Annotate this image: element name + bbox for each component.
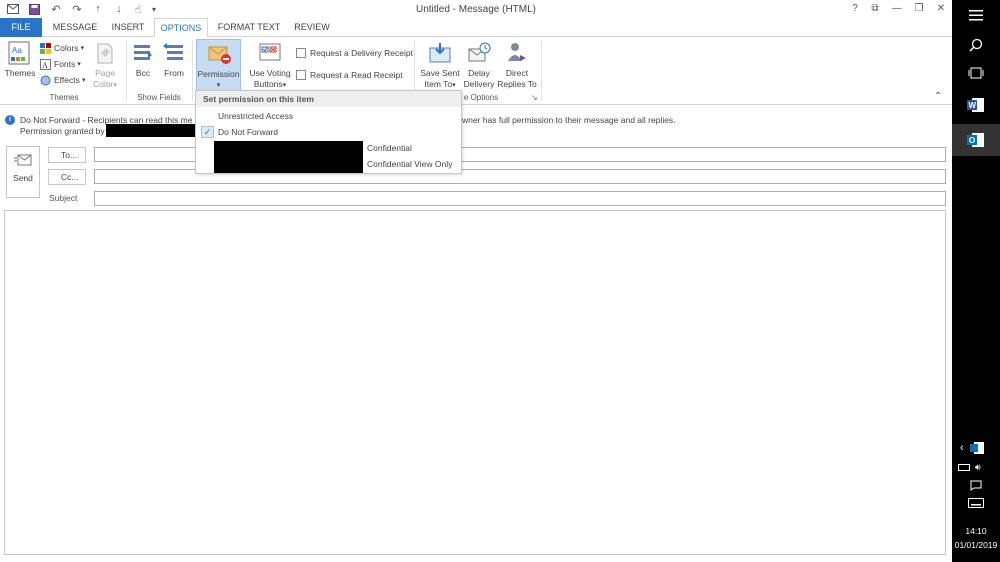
- ribbon-display-options-button[interactable]: ⧉: [866, 2, 884, 16]
- to-button[interactable]: To...: [48, 147, 86, 163]
- from-button[interactable]: From: [160, 39, 188, 79]
- group-label-show-fields: Show Fields: [137, 93, 181, 102]
- svg-text:A: A: [42, 61, 48, 70]
- volume-icon[interactable]: 🔊︎: [975, 462, 981, 473]
- system-tray-row: 🔊︎: [952, 460, 1000, 474]
- clock-time[interactable]: 14:10: [952, 526, 1000, 536]
- task-view-icon[interactable]: [952, 64, 1000, 82]
- word-app-icon[interactable]: W: [952, 94, 1000, 116]
- delay-delivery-icon: [466, 41, 492, 65]
- voting-buttons-icon: [257, 41, 283, 65]
- chevron-down-icon: ▾: [81, 77, 86, 84]
- tab-format-text[interactable]: FORMAT TEXT: [212, 18, 286, 37]
- group-divider: [541, 41, 542, 101]
- chevron-down-icon: ▾: [113, 82, 117, 89]
- notification-area: ‹: [952, 440, 1000, 456]
- group-label-themes: Themes: [49, 93, 79, 102]
- checkbox-box: [296, 70, 306, 80]
- hamburger-menu-icon[interactable]: [952, 6, 1000, 24]
- permission-icon: [206, 42, 232, 66]
- fonts-button[interactable]: A Fonts ▾: [40, 57, 81, 71]
- group-label-more-options: e Options: [463, 93, 499, 102]
- menu-item-unrestricted-access[interactable]: Unrestricted Access: [218, 111, 293, 121]
- subject-field[interactable]: [94, 191, 946, 206]
- svg-text:O: O: [969, 136, 975, 145]
- voting-buttons-button[interactable]: Use Voting Buttons▾: [246, 39, 294, 91]
- cc-button[interactable]: Cc...: [48, 169, 86, 185]
- effects-icon: [40, 75, 51, 86]
- checkmark-icon: ✓: [201, 126, 214, 138]
- chevron-down-icon: ▾: [282, 82, 287, 89]
- fonts-icon: A: [40, 58, 51, 70]
- permission-dropdown: Set permission on this item Unrestricted…: [195, 90, 462, 174]
- svg-text:W: W: [969, 101, 977, 110]
- collapse-ribbon-icon[interactable]: ⌃: [934, 91, 942, 102]
- chevron-down-icon: ▾: [452, 82, 456, 89]
- bcc-icon: [130, 41, 156, 65]
- delay-delivery-button[interactable]: Delay Delivery: [462, 39, 496, 90]
- tab-file[interactable]: FILE: [0, 18, 42, 37]
- read-receipt-checkbox[interactable]: Request a Read Receipt: [296, 70, 403, 80]
- search-icon[interactable]: [952, 36, 1000, 54]
- dropdown-header: Set permission on this item: [196, 91, 461, 107]
- subject-label: Subject: [49, 193, 78, 203]
- from-icon: [161, 41, 187, 65]
- save-sent-item-icon: [427, 41, 453, 65]
- menu-item-do-not-forward[interactable]: ✓ Do Not Forward: [198, 124, 459, 140]
- tab-options[interactable]: OPTIONS: [154, 18, 208, 38]
- permission-button[interactable]: Permission ▾: [196, 39, 241, 91]
- close-button[interactable]: ✕: [932, 2, 950, 16]
- effects-button[interactable]: Effects ▾: [40, 73, 85, 87]
- tab-review[interactable]: REVIEW: [290, 18, 334, 37]
- bcc-button[interactable]: Bcc: [130, 39, 156, 79]
- outlook-tray-icon[interactable]: [969, 442, 984, 454]
- themes-button[interactable]: Aa Themes: [4, 39, 36, 79]
- infobar-text-end: wner has full permission to their messag…: [462, 115, 676, 125]
- clock-date[interactable]: 01/01/2019: [952, 540, 1000, 550]
- group-divider: [126, 41, 127, 101]
- colors-button[interactable]: Colors ▾: [40, 41, 84, 55]
- permission-granted-label: Permission granted by: [20, 126, 105, 136]
- permission-infobar: i Do Not Forward - Recipients can read t…: [0, 112, 952, 140]
- direct-replies-to-button[interactable]: Direct Replies To: [496, 39, 538, 90]
- minimize-button[interactable]: —: [888, 2, 906, 16]
- page-color-button[interactable]: Page Color▾: [88, 39, 122, 91]
- svg-text:Aa: Aa: [12, 46, 22, 55]
- group-divider: [192, 41, 193, 101]
- tab-insert[interactable]: INSERT: [106, 18, 150, 37]
- restore-button[interactable]: ❐: [910, 2, 928, 16]
- send-icon: [14, 153, 32, 167]
- chevron-left-icon[interactable]: ‹: [960, 442, 964, 454]
- checkbox-box: [296, 48, 306, 58]
- tab-message[interactable]: MESSAGE: [48, 18, 102, 37]
- colors-icon: [40, 42, 51, 54]
- themes-icon: Aa: [7, 41, 33, 65]
- action-center-icon[interactable]: [952, 478, 1000, 492]
- page-color-icon: [92, 41, 118, 65]
- direct-replies-icon: [504, 41, 530, 65]
- send-button[interactable]: Send: [6, 146, 40, 198]
- battery-icon[interactable]: [958, 463, 970, 471]
- menu-item-confidential[interactable]: Confidential: [367, 143, 412, 153]
- dialog-launcher-icon[interactable]: ↘: [531, 93, 538, 102]
- chevron-down-icon: ▾: [77, 61, 81, 68]
- taskbar: W O ‹ 🔊︎ 14:10 01/01/2019: [952, 0, 1000, 562]
- ribbon: Aa Themes Colors ▾ A Fonts ▾ Effects ▾ Page…: [0, 37, 952, 105]
- keyboard-icon[interactable]: [952, 497, 1000, 509]
- help-button[interactable]: ?: [846, 2, 864, 16]
- message-body[interactable]: [4, 210, 946, 555]
- ribbon-tabs: FILE MESSAGE INSERT OPTIONS FORMAT TEXT …: [0, 18, 952, 38]
- menu-item-confidential-view-only[interactable]: Confidential View Only: [367, 159, 452, 169]
- window-title: Untitled - Message (HTML): [415, 4, 537, 15]
- delivery-receipt-checkbox[interactable]: Request a Delivery Receipt: [296, 48, 413, 58]
- title-bar: ↶ ↷ ↑ ↓ ☝ ▾ Untitled - Message (HTML) ? …: [0, 0, 952, 18]
- outlook-taskbar-icon[interactable]: O: [952, 124, 1000, 156]
- redacted-block: [214, 141, 363, 173]
- info-icon: i: [5, 115, 15, 125]
- save-sent-item-to-button[interactable]: Save Sent Item To▾: [418, 39, 462, 91]
- chevron-down-icon: ▾: [80, 45, 85, 52]
- redacted-block: [106, 124, 196, 137]
